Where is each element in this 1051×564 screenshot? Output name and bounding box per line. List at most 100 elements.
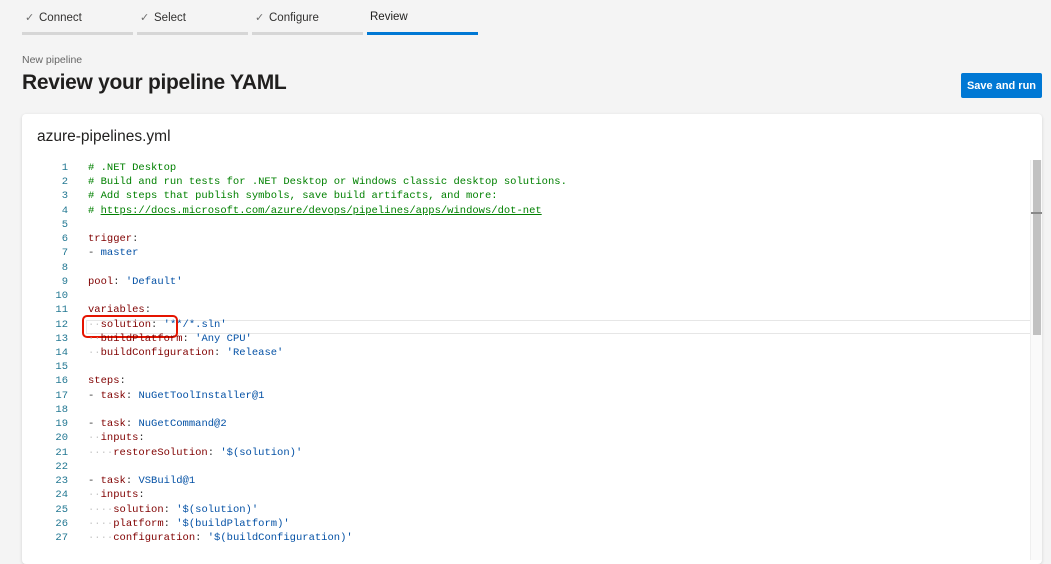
step-connect[interactable]: ✓ Connect <box>22 0 133 36</box>
code-line[interactable]: 4 # https://docs.microsoft.com/azure/devo… <box>22 204 1032 218</box>
code-line[interactable]: 1 # .NET Desktop <box>22 161 1032 175</box>
code-line[interactable]: 12 ··solution: '**/*.sln' <box>22 318 1032 332</box>
code-line[interactable]: 26 ····platform: '$(buildPlatform)' <box>22 517 1032 531</box>
line-number: 9 <box>61 275 68 288</box>
code-token: inputs <box>100 489 139 502</box>
code-line[interactable]: 3 # Add steps that publish symbols, save … <box>22 189 1032 203</box>
line-number: 8 <box>61 261 68 274</box>
line-text: trigger: <box>88 232 138 246</box>
step-review-label: Review <box>370 11 408 23</box>
code-token: task <box>100 389 126 402</box>
code-line[interactable]: 20 ··inputs: <box>22 431 1032 445</box>
code-token: master <box>100 247 139 260</box>
step-progress-bar <box>137 32 248 35</box>
line-number: 2 <box>61 176 68 189</box>
code-token: : <box>207 446 221 459</box>
code-token: - <box>88 475 101 488</box>
code-line[interactable]: 13 ··buildPlatform: 'Any CPU' <box>22 332 1032 346</box>
code-token: : <box>144 304 152 317</box>
code-token: : <box>214 346 227 359</box>
code-token: : <box>163 517 177 530</box>
code-line[interactable]: 19 - task: NuGetCommand@2 <box>22 417 1032 431</box>
line-number: 14 <box>55 346 68 359</box>
code-token: buildPlatform <box>100 332 183 345</box>
step-configure[interactable]: ✓ Configure <box>252 0 363 36</box>
step-select[interactable]: ✓ Select <box>137 0 248 36</box>
code-line[interactable]: 25 ····solution: '$(solution)' <box>22 503 1032 517</box>
yaml-card: azure-pipelines.yml 1 # .NET Desktop 2 # Bu… <box>22 114 1042 564</box>
line-text: steps: <box>88 374 126 388</box>
line-number: 3 <box>61 190 68 203</box>
code-token: NuGetToolInstaller@1 <box>138 389 265 402</box>
code-line[interactable]: 7 - master <box>22 246 1032 260</box>
code-line[interactable]: 18 <box>22 403 1032 417</box>
check-icon: ✓ <box>25 12 35 24</box>
line-number: 17 <box>55 389 68 402</box>
line-text: ··inputs: <box>88 488 145 502</box>
line-number: 13 <box>55 332 68 345</box>
code-token: : <box>125 475 139 488</box>
line-number: 25 <box>55 503 68 516</box>
code-line[interactable]: 14 ··buildConfiguration: 'Release' <box>22 346 1032 360</box>
code-token: ·· <box>88 318 101 331</box>
code-token: : <box>138 432 145 445</box>
code-token: ···· <box>88 531 114 544</box>
code-token: ···· <box>88 446 114 459</box>
code-line[interactable]: 17 - task: NuGetToolInstaller@1 <box>22 389 1032 403</box>
scrollbar-thumb[interactable] <box>1033 160 1041 335</box>
code-line[interactable]: 22 <box>22 460 1032 474</box>
page-title: Review your pipeline YAML <box>22 71 287 94</box>
line-text: - task: NuGetCommand@2 <box>88 417 227 431</box>
line-number: 5 <box>61 218 68 231</box>
code-line[interactable]: 16 steps: <box>22 374 1032 388</box>
code-editor[interactable]: 1 # .NET Desktop 2 # Build and run tests fo… <box>22 160 1042 560</box>
code-line[interactable]: 27 ····configuration: '$(buildConfigurati… <box>22 531 1032 545</box>
line-number: 12 <box>55 318 68 331</box>
step-review[interactable]: Review <box>367 0 478 36</box>
line-number: 23 <box>55 475 68 488</box>
line-text: # Add steps that publish symbols, save b… <box>88 189 498 203</box>
line-number: 22 <box>55 460 68 473</box>
code-token: 'Any CPU' <box>195 332 252 345</box>
code-line[interactable]: 8 <box>22 261 1032 275</box>
code-token: '$(solution)' <box>176 503 259 516</box>
code-token: inputs <box>100 432 139 445</box>
line-text: - master <box>88 246 138 260</box>
code-token: ·· <box>88 432 101 445</box>
code-token: : <box>195 531 208 544</box>
docs-link[interactable]: https://docs.microsoft.com/azure/devops/… <box>101 205 542 217</box>
code-token: trigger <box>88 233 133 246</box>
line-number: 10 <box>55 290 68 303</box>
code-line[interactable]: 9 pool: 'Default' <box>22 275 1032 289</box>
line-number: 27 <box>55 531 68 544</box>
code-line[interactable]: 11 variables: <box>22 303 1032 317</box>
code-line[interactable]: 2 # Build and run tests for .NET Desktop … <box>22 175 1032 189</box>
line-text: - task: NuGetToolInstaller@1 <box>88 389 264 403</box>
file-name: azure-pipelines.yml <box>37 128 171 145</box>
line-text: pool: 'Default' <box>88 275 183 289</box>
code-token: : <box>163 503 177 516</box>
code-token: # .NET Desktop <box>88 162 177 174</box>
code-token: # <box>88 204 101 217</box>
line-text: ··inputs: <box>88 431 145 445</box>
line-number: 18 <box>55 403 68 416</box>
code-line[interactable]: 23 - task: VSBuild@1 <box>22 474 1032 488</box>
save-and-run-button[interactable]: Save and run <box>961 73 1042 98</box>
code-line[interactable]: 5 <box>22 218 1032 232</box>
code-line[interactable]: 6 trigger: <box>22 232 1032 246</box>
code-token: # Build and run tests for .NET Desktop o… <box>88 176 567 189</box>
code-token: '**/*.sln' <box>163 318 227 331</box>
code-token: : <box>151 318 164 331</box>
code-line[interactable]: 10 <box>22 289 1032 303</box>
code-line[interactable]: 21 ····restoreSolution: '$(solution)' <box>22 446 1032 460</box>
code-token: : <box>138 489 145 502</box>
line-text: - task: VSBuild@1 <box>88 474 195 488</box>
code-token: ·· <box>88 489 101 502</box>
code-line[interactable]: 24 ··inputs: <box>22 488 1032 502</box>
step-select-label: ✓ Select <box>140 11 186 24</box>
check-icon: ✓ <box>255 12 265 24</box>
line-text: ····platform: '$(buildPlatform)' <box>88 517 290 531</box>
code-token: restoreSolution <box>113 446 208 459</box>
line-number: 24 <box>55 489 68 502</box>
code-line[interactable]: 15 <box>22 360 1032 374</box>
